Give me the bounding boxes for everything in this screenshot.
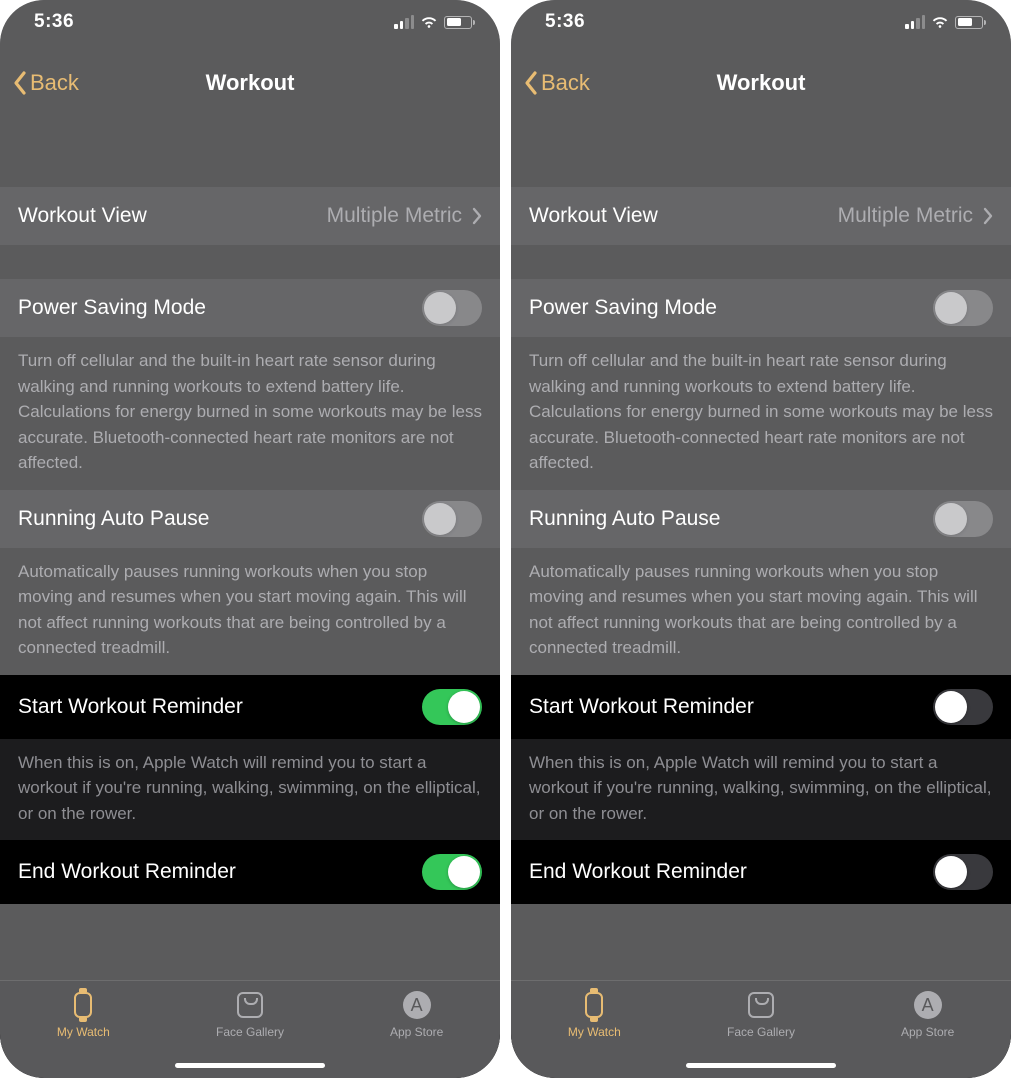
settings-content: Workout View Multiple Metric Power Savin… xyxy=(511,111,1011,980)
auto-pause-label: Running Auto Pause xyxy=(529,507,720,531)
tab-my-watch[interactable]: My Watch xyxy=(0,989,167,1078)
power-saving-footer: Turn off cellular and the built-in heart… xyxy=(511,337,1011,490)
end-reminder-row: End Workout Reminder xyxy=(0,840,500,904)
start-reminder-toggle[interactable] xyxy=(933,689,993,725)
settings-content: Workout View Multiple Metric Power Savin… xyxy=(0,111,500,980)
end-reminder-label: End Workout Reminder xyxy=(529,860,747,884)
power-saving-footer: Turn off cellular and the built-in heart… xyxy=(0,337,500,490)
auto-pause-row: Running Auto Pause xyxy=(0,490,500,548)
tab-my-watch-label: My Watch xyxy=(57,1025,110,1039)
tab-my-watch[interactable]: My Watch xyxy=(511,989,678,1078)
start-reminder-label: Start Workout Reminder xyxy=(18,695,243,719)
status-time: 5:36 xyxy=(34,11,74,33)
auto-pause-toggle[interactable] xyxy=(933,501,993,537)
start-reminder-label: Start Workout Reminder xyxy=(529,695,754,719)
auto-pause-footer: Automatically pauses running workouts wh… xyxy=(0,548,500,675)
nav-bar: Back Workout xyxy=(0,55,500,111)
back-button[interactable]: Back xyxy=(12,55,79,111)
status-bar: 5:36 xyxy=(0,0,500,44)
start-reminder-footer: When this is on, Apple Watch will remind… xyxy=(0,739,500,841)
app-store-icon: A xyxy=(401,989,433,1021)
workout-view-value: Multiple Metric xyxy=(838,204,973,228)
tab-my-watch-label: My Watch xyxy=(568,1025,621,1039)
start-reminder-footer: When this is on, Apple Watch will remind… xyxy=(511,739,1011,841)
start-reminder-row: Start Workout Reminder xyxy=(511,675,1011,739)
tab-app-store-label: App Store xyxy=(901,1025,954,1039)
back-label: Back xyxy=(541,70,590,96)
phone-right: 5:36 Back Workout Workout View Multiple … xyxy=(511,0,1011,1078)
power-saving-label: Power Saving Mode xyxy=(529,296,717,320)
tab-face-gallery-label: Face Gallery xyxy=(216,1025,284,1039)
gallery-icon xyxy=(234,989,266,1021)
tab-app-store[interactable]: A App Store xyxy=(333,989,500,1078)
start-reminder-toggle[interactable] xyxy=(422,689,482,725)
power-saving-toggle[interactable] xyxy=(422,290,482,326)
page-title: Workout xyxy=(206,70,295,96)
back-button[interactable]: Back xyxy=(523,55,590,111)
chevron-left-icon xyxy=(523,70,539,96)
home-indicator[interactable] xyxy=(175,1063,325,1068)
power-saving-row: Power Saving Mode xyxy=(0,279,500,337)
page-title: Workout xyxy=(717,70,806,96)
phone-left: 5:36 Back Workout Workout View Multiple … xyxy=(0,0,500,1078)
workout-view-label: Workout View xyxy=(529,204,658,228)
wifi-icon xyxy=(931,15,949,29)
workout-view-value: Multiple Metric xyxy=(327,204,462,228)
nav-bar: Back Workout xyxy=(511,55,1011,111)
battery-icon xyxy=(955,16,983,29)
status-time: 5:36 xyxy=(545,11,585,33)
auto-pause-toggle[interactable] xyxy=(422,501,482,537)
power-saving-row: Power Saving Mode xyxy=(511,279,1011,337)
chevron-right-icon xyxy=(472,207,482,225)
back-label: Back xyxy=(30,70,79,96)
battery-icon xyxy=(444,16,472,29)
chevron-right-icon xyxy=(983,207,993,225)
power-saving-toggle[interactable] xyxy=(933,290,993,326)
workout-view-row[interactable]: Workout View Multiple Metric xyxy=(0,187,500,245)
end-reminder-toggle[interactable] xyxy=(422,854,482,890)
auto-pause-label: Running Auto Pause xyxy=(18,507,209,531)
tab-app-store[interactable]: A App Store xyxy=(844,989,1011,1078)
home-indicator[interactable] xyxy=(686,1063,836,1068)
tab-face-gallery-label: Face Gallery xyxy=(727,1025,795,1039)
watch-icon xyxy=(67,989,99,1021)
wifi-icon xyxy=(420,15,438,29)
workout-view-label: Workout View xyxy=(18,204,147,228)
end-reminder-label: End Workout Reminder xyxy=(18,860,236,884)
power-saving-label: Power Saving Mode xyxy=(18,296,206,320)
auto-pause-footer: Automatically pauses running workouts wh… xyxy=(511,548,1011,675)
status-bar: 5:36 xyxy=(511,0,1011,44)
chevron-left-icon xyxy=(12,70,28,96)
cellular-icon xyxy=(905,15,925,29)
auto-pause-row: Running Auto Pause xyxy=(511,490,1011,548)
watch-icon xyxy=(578,989,610,1021)
end-reminder-row: End Workout Reminder xyxy=(511,840,1011,904)
start-reminder-row: Start Workout Reminder xyxy=(0,675,500,739)
workout-view-row[interactable]: Workout View Multiple Metric xyxy=(511,187,1011,245)
tab-app-store-label: App Store xyxy=(390,1025,443,1039)
end-reminder-toggle[interactable] xyxy=(933,854,993,890)
app-store-icon: A xyxy=(912,989,944,1021)
gallery-icon xyxy=(745,989,777,1021)
cellular-icon xyxy=(394,15,414,29)
